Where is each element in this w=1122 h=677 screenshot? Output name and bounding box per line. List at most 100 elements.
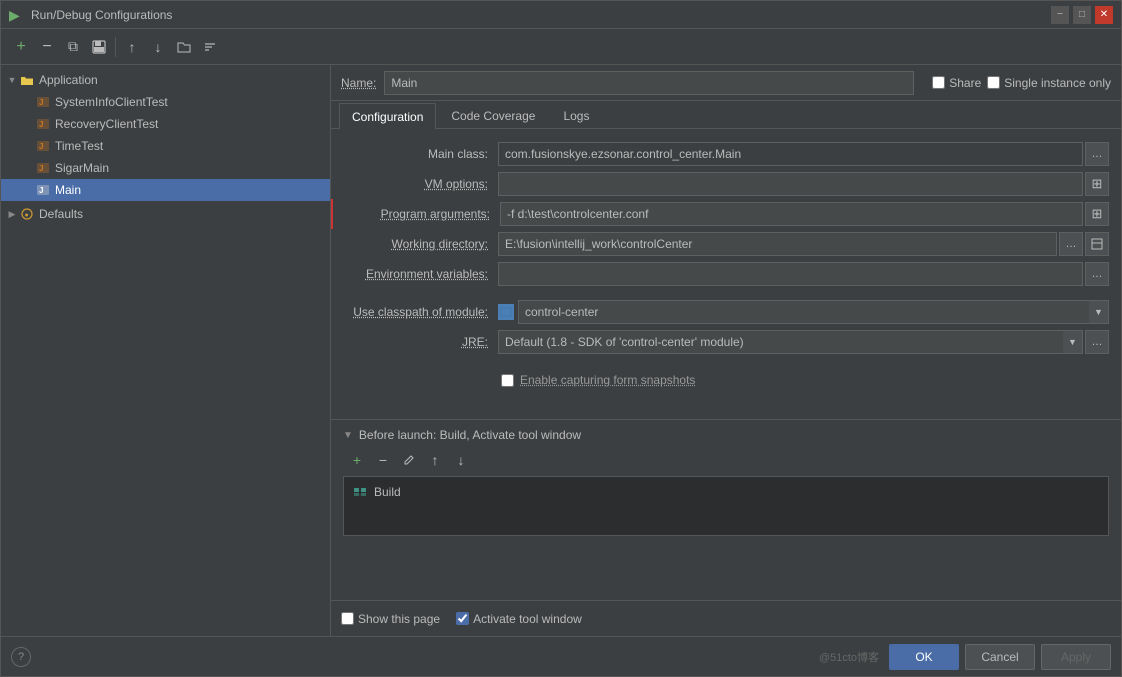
svg-text:J: J (39, 142, 43, 151)
activate-tool-checkbox[interactable] (456, 612, 469, 625)
tree-item-defaults[interactable]: ▶ ● Defaults (1, 203, 330, 225)
working-dir-row: Working directory: … (331, 229, 1121, 259)
java-icon-timetest: J (35, 138, 51, 154)
tab-logs[interactable]: Logs (550, 102, 602, 128)
before-launch-move-up-button[interactable]: ↑ (423, 448, 447, 472)
jre-select-row: Default (1.8 - SDK of 'control-center' m… (498, 330, 1109, 354)
activate-tool-container: Activate tool window (456, 612, 582, 626)
build-list-item: Build (348, 481, 1104, 503)
before-launch-list: Build (343, 476, 1109, 536)
tab-code-coverage[interactable]: Code Coverage (438, 102, 548, 128)
working-dir-input[interactable] (498, 232, 1057, 256)
env-vars-browse-button[interactable]: … (1085, 262, 1109, 286)
env-vars-input[interactable] (498, 262, 1083, 286)
vm-options-expand-button[interactable]: ⊞ (1085, 172, 1109, 196)
env-vars-label: Environment variables: (343, 267, 498, 281)
before-launch-header: ▼ Before launch: Build, Activate tool wi… (343, 428, 1109, 442)
config-tree: ▼ Application ▶ (1, 65, 330, 636)
tree-item-sigarmain[interactable]: ▶ J SigarMain (1, 157, 330, 179)
before-launch-edit-button[interactable] (397, 448, 421, 472)
move-down-button[interactable]: ↓ (146, 35, 170, 59)
main-class-browse-button[interactable]: … (1085, 142, 1109, 166)
env-vars-row: Environment variables: … (331, 259, 1121, 289)
tree-item-application-label: Application (39, 73, 98, 87)
tree-item-timetest[interactable]: ▶ J TimeTest (1, 135, 330, 157)
before-launch-label: Before launch: Build, Activate tool wind… (359, 428, 581, 442)
right-panel: Name: Share Single instance only (331, 65, 1121, 636)
show-page-label: Show this page (358, 612, 440, 626)
before-launch-move-down-button[interactable]: ↓ (449, 448, 473, 472)
maximize-button[interactable]: □ (1073, 6, 1091, 24)
before-launch-add-button[interactable]: + (345, 448, 369, 472)
tree-item-recovery[interactable]: ▶ J RecoveryClientTest (1, 113, 330, 135)
add-config-button[interactable]: + (9, 35, 33, 59)
jre-dropdown-arrow[interactable]: ▼ (1063, 330, 1083, 354)
share-label: Share (949, 76, 981, 90)
copy-config-button[interactable]: ⧉ (61, 35, 85, 59)
classpath-dropdown-arrow[interactable]: ▼ (1089, 300, 1109, 324)
working-dir-browse-button[interactable]: … (1059, 232, 1083, 256)
tree-arrow-defaults: ▶ (5, 207, 19, 221)
before-launch-collapse[interactable]: ▼ (343, 430, 353, 441)
module-icon (498, 304, 514, 320)
main-class-input[interactable] (498, 142, 1083, 166)
tree-item-systeminfo[interactable]: ▶ J SystemInfoClientTest (1, 91, 330, 113)
help-button[interactable]: ? (11, 647, 31, 667)
svg-text:●: ● (25, 212, 29, 219)
tree-item-sigarmain-label: SigarMain (55, 161, 109, 175)
apply-button[interactable]: Apply (1041, 644, 1111, 670)
app-icon: ▶ (9, 7, 25, 23)
dialog-buttons-bar: ? @51cto博客 OK Cancel Apply (1, 636, 1121, 676)
save-config-button[interactable] (87, 35, 111, 59)
java-icon-recovery: J (35, 116, 51, 132)
ok-button[interactable]: OK (889, 644, 959, 670)
application-folder-icon (19, 72, 35, 88)
classpath-select[interactable]: control-center (518, 300, 1089, 324)
tree-item-main[interactable]: ▶ J Main (1, 179, 330, 201)
tree-item-main-label: Main (55, 183, 81, 197)
program-args-expand-button[interactable]: ⊞ (1085, 202, 1109, 226)
close-button[interactable]: ✕ (1095, 6, 1113, 24)
working-dir-expand-button[interactable] (1085, 232, 1109, 256)
share-checkbox[interactable] (932, 76, 945, 89)
jre-select[interactable]: Default (1.8 - SDK of 'control-center' m… (498, 330, 1063, 354)
bottom-bar: Show this page Activate tool window (331, 600, 1121, 636)
title-bar-text: Run/Debug Configurations (31, 8, 1051, 22)
toolbar-separator-1 (115, 37, 116, 57)
main-toolbar: + − ⧉ ↑ ↓ (1, 29, 1121, 65)
jre-label: JRE: (343, 335, 498, 349)
config-area: Main class: … VM options: ⊞ Program argu… (331, 129, 1121, 600)
tab-configuration[interactable]: Configuration (339, 103, 436, 129)
name-input[interactable] (384, 71, 914, 95)
build-icon (352, 484, 368, 500)
before-launch-section: ▼ Before launch: Build, Activate tool wi… (331, 428, 1121, 536)
bottom-checkboxes: Show this page Activate tool window (341, 612, 1111, 626)
jre-browse-button[interactable]: … (1085, 330, 1109, 354)
move-up-button[interactable]: ↑ (120, 35, 144, 59)
sort-button[interactable] (198, 35, 222, 59)
single-instance-label: Single instance only (1004, 76, 1111, 90)
snapshots-row: Enable capturing form snapshots (331, 365, 1121, 395)
java-icon-systeminfo: J (35, 94, 51, 110)
remove-config-button[interactable]: − (35, 35, 59, 59)
tree-item-systeminfo-label: SystemInfoClientTest (55, 95, 168, 109)
show-page-checkbox[interactable] (341, 612, 354, 625)
title-bar: ▶ Run/Debug Configurations − □ ✕ (1, 1, 1121, 29)
snapshots-label: Enable capturing form snapshots (520, 373, 695, 387)
share-checkbox-container: Share (932, 76, 981, 90)
minimize-button[interactable]: − (1051, 6, 1069, 24)
vm-options-input[interactable] (498, 172, 1083, 196)
single-instance-checkbox-container: Single instance only (987, 76, 1111, 90)
cancel-button[interactable]: Cancel (965, 644, 1035, 670)
svg-text:J: J (39, 186, 43, 195)
snapshots-checkbox[interactable] (501, 374, 514, 387)
main-class-row: Main class: … (331, 139, 1121, 169)
classpath-label: Use classpath of module: (343, 305, 498, 319)
tree-item-application[interactable]: ▼ Application (1, 69, 330, 91)
single-instance-checkbox[interactable] (987, 76, 1000, 89)
move-to-folder-button[interactable] (172, 35, 196, 59)
title-bar-controls: − □ ✕ (1051, 6, 1113, 24)
program-args-input[interactable] (500, 202, 1083, 226)
program-args-label: Program arguments: (345, 207, 500, 221)
before-launch-remove-button[interactable]: − (371, 448, 395, 472)
